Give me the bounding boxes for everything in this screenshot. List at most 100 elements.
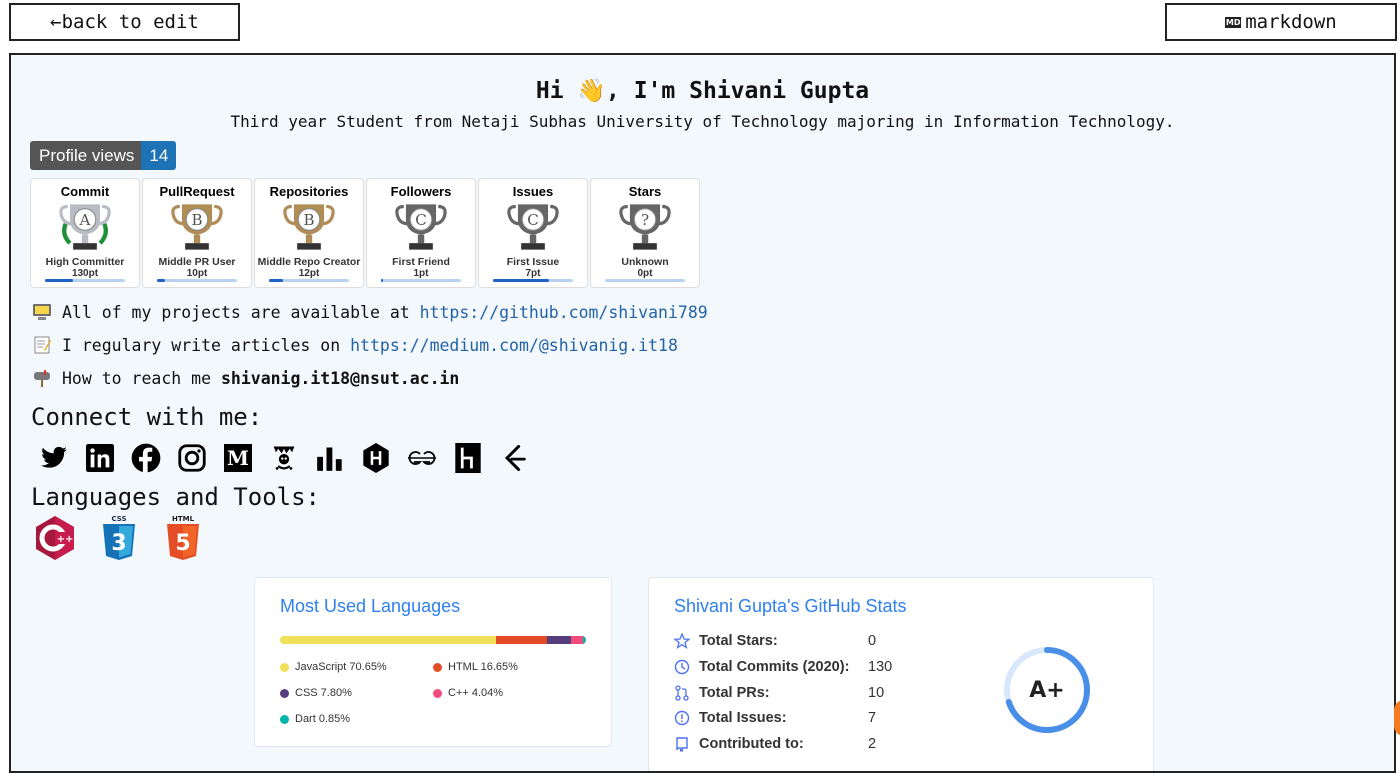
trophy-title: PullRequest (159, 184, 235, 199)
arrow-left-icon: ← (50, 11, 62, 33)
trophy-rank: B (303, 211, 314, 229)
html5-icon[interactable]: HTML 5 (159, 514, 207, 562)
legend-item: JavaScript 70.65% (280, 661, 387, 673)
geeksforgeeks-icon[interactable] (405, 441, 439, 475)
linkedin-icon[interactable] (83, 441, 117, 475)
floating-action-button[interactable] (1394, 700, 1400, 736)
contact-line: How to reach me shivanig.it18@nsut.ac.in (32, 368, 459, 388)
trophy-icon: B (283, 204, 335, 250)
greeting-heading: Hi 👋, I'm Shivani Gupta (535, 78, 870, 104)
trophy-name: First Friend (392, 256, 450, 268)
chart-icon[interactable] (313, 441, 347, 475)
trophy-icon: C (395, 204, 447, 250)
languages-heading: Languages and Tools: (31, 483, 320, 511)
memo-emoji-icon (34, 336, 51, 354)
trophy-card: Issues C First Issue 7pt (478, 178, 588, 288)
projects-text: All of my projects are available at (62, 302, 410, 322)
trophy-points: 0pt (637, 268, 653, 279)
trophy-progress (605, 279, 685, 282)
trophy-card: Followers C First Friend 1pt (366, 178, 476, 288)
issue-icon (674, 711, 690, 726)
back-to-edit-label: back to edit (61, 11, 199, 33)
history-icon (674, 659, 690, 674)
instagram-icon[interactable] (175, 441, 209, 475)
legend-dot (433, 662, 442, 672)
stat-label: Total PRs: (699, 684, 770, 701)
language-segment (280, 636, 497, 644)
trophy-title: Repositories (269, 184, 349, 199)
trophy-progress (381, 279, 461, 282)
legend-label: CSS 7.80% (295, 687, 352, 699)
trophy-card: Repositories B Middle Repo Creator 12pt (254, 178, 364, 288)
stat-value: 10 (868, 684, 885, 701)
twitter-icon[interactable] (37, 441, 71, 475)
contact-email: shivanig.it18@nsut.ac.in (220, 368, 460, 388)
markdown-button[interactable]: MD markdown (1165, 3, 1397, 41)
svg-text:M: M (227, 446, 249, 470)
articles-text: I regulary write articles on (62, 335, 341, 355)
github-link[interactable]: https://github.com/shivani789 (420, 303, 708, 322)
svg-text:CSS: CSS (111, 515, 126, 523)
svg-text:++: ++ (57, 534, 74, 545)
trophy-name: Middle PR User (158, 256, 236, 268)
css3-icon[interactable]: CSS 3 (95, 514, 143, 562)
repo-icon (676, 737, 688, 753)
subtitle: Third year Student from Netaji Subhas Un… (230, 112, 1175, 131)
language-segment (496, 636, 548, 644)
stat-label: Total Issues: (699, 710, 787, 727)
leetcode-icon[interactable] (497, 441, 531, 475)
profile-views-label: Profile views (30, 141, 142, 170)
stats-card-title: Shivani Gupta's GitHub Stats (674, 596, 907, 616)
pull-request-icon (675, 684, 689, 701)
stat-label: Contributed to: (699, 736, 804, 753)
back-to-edit-button[interactable]: ← back to edit (9, 3, 240, 41)
kaggle-icon[interactable] (267, 441, 301, 475)
hackerrank-icon[interactable] (359, 441, 393, 475)
trophy-points: 10pt (186, 268, 208, 279)
legend-item: CSS 7.80% (280, 687, 352, 699)
medium-link[interactable]: https://medium.com/@shivanig.it18 (350, 336, 678, 355)
medium-icon[interactable]: M (221, 441, 255, 475)
svg-text:5: 5 (175, 531, 190, 556)
stat-value: 0 (868, 633, 877, 649)
legend-label: JavaScript 70.65% (295, 661, 387, 673)
hackerearth-icon[interactable] (451, 441, 485, 475)
stat-value: 7 (868, 710, 877, 727)
language-segment (583, 636, 586, 644)
computer-emoji-icon (33, 304, 51, 320)
stat-value: 2 (868, 736, 877, 753)
trophy-row: Commit A High Committer 130pt PullRequest B Mi… (30, 178, 702, 288)
trophy-title: Stars (628, 184, 662, 199)
svg-text:3: 3 (111, 531, 126, 556)
star-icon (674, 633, 690, 649)
markdown-label: markdown (1245, 11, 1337, 33)
trophy-card: Stars? Unknown 0pt (590, 178, 700, 288)
stat-row: Total Issues: (674, 710, 787, 726)
trophy-title: Commit (60, 184, 110, 199)
svg-text:HTML: HTML (172, 515, 195, 523)
trophy-points: 12pt (298, 268, 320, 279)
trophy-name: First Issue (506, 256, 560, 268)
articles-line: I regulary write articles on https://med… (32, 335, 678, 355)
legend-label: Dart 0.85% (295, 713, 351, 725)
grade-label: A+ (1029, 677, 1065, 703)
trophy-progress (45, 279, 125, 282)
stat-row: Total PRs: (674, 685, 770, 701)
legend-dot (280, 688, 289, 698)
profile-views-count: 14 (141, 141, 177, 170)
stat-label: Total Commits (2020): (699, 658, 850, 675)
cplusplus-icon[interactable]: ++ (31, 514, 79, 562)
social-icons-row: M (37, 441, 543, 475)
trophy-points: 7pt (525, 268, 541, 279)
facebook-icon[interactable] (129, 441, 163, 475)
trophy-rank: B (191, 211, 202, 229)
stat-label: Total Stars: (699, 633, 778, 649)
most-used-languages-card: Most Used Languages JavaScript 70.65% HTM… (254, 577, 612, 747)
languages-card-title: Most Used Languages (280, 596, 461, 616)
trophy-card: PullRequest B Middle PR User 10pt (142, 178, 252, 288)
legend-dot (433, 688, 442, 698)
trophy-icon: ? (619, 204, 671, 250)
projects-line: All of my projects are available at http… (32, 302, 708, 322)
stat-value: 130 (868, 658, 893, 675)
trophy-progress (157, 279, 237, 282)
